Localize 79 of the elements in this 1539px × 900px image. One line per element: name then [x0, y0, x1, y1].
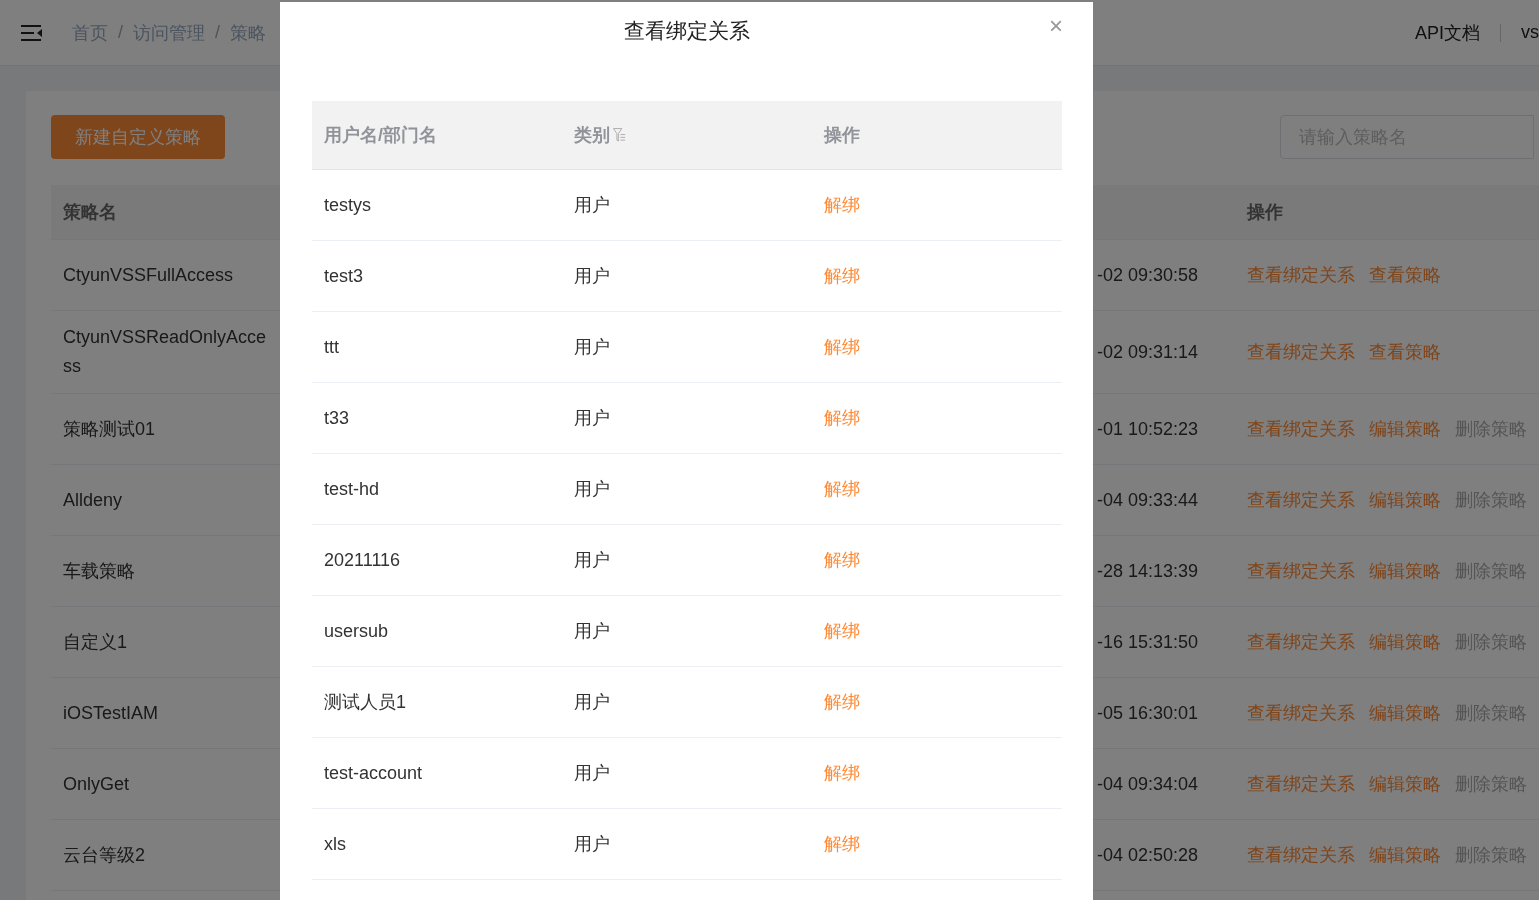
policy-name: CtyunVSSReadOnlyAccess: [62, 326, 268, 378]
table-cell-text: 用户: [573, 265, 611, 288]
column-header: 类别: [574, 124, 610, 147]
action-link[interactable]: 编辑策略: [1369, 843, 1441, 867]
policy-name: 自定义1: [62, 630, 128, 654]
table-cell-text: test3: [323, 265, 365, 287]
unbind-link[interactable]: 解绑: [824, 763, 860, 783]
action-link[interactable]: 查看绑定关系: [1247, 417, 1355, 441]
policy-name: CtyunVSSFullAccess: [62, 263, 235, 287]
unbind-link[interactable]: 解绑: [824, 550, 860, 570]
created-time: -02 09:31:14: [1096, 341, 1200, 363]
table-cell-text: 用户: [573, 833, 611, 856]
user-name[interactable]: vs: [1521, 22, 1539, 43]
unbind-link[interactable]: 解绑: [824, 337, 860, 357]
action-link[interactable]: 查看绑定关系: [1247, 559, 1355, 583]
dialog-title: 查看绑定关系: [624, 18, 750, 44]
action-link[interactable]: 查看绑定关系: [1247, 340, 1355, 364]
policy-name: iOSTestIAM: [62, 701, 160, 725]
created-time: -05 16:30:01: [1096, 702, 1200, 724]
table-cell-text: 用户: [573, 407, 611, 430]
table-cell-text: 用户: [573, 336, 611, 359]
created-time: -04 09:34:04: [1096, 773, 1200, 795]
action-link[interactable]: 编辑策略: [1369, 701, 1441, 725]
policy-name: Alldeny: [62, 488, 124, 512]
unbind-link[interactable]: 解绑: [824, 834, 860, 854]
action-link[interactable]: 查看绑定关系: [1247, 701, 1355, 725]
unbind-link[interactable]: 解绑: [824, 266, 860, 286]
close-button[interactable]: ×: [1045, 12, 1067, 40]
table-cell-text: 20211116: [323, 549, 402, 571]
action-link[interactable]: 查看绑定关系: [1247, 843, 1355, 867]
breadcrumb-separator: /: [215, 22, 221, 43]
table-cell-text: t33: [323, 407, 351, 429]
policy-name: 策略测试01: [62, 417, 157, 441]
column-header: 操作: [823, 124, 861, 147]
table-cell-text: test-account: [323, 762, 424, 784]
action-link[interactable]: 查看绑定关系: [1247, 263, 1355, 287]
api-docs-link[interactable]: API文档: [1415, 20, 1480, 45]
created-time: -04 02:50:28: [1096, 844, 1200, 866]
menu-icon[interactable]: [21, 23, 43, 42]
column-header: 策略名: [62, 200, 118, 224]
action-link[interactable]: 查看策略: [1369, 340, 1441, 364]
action-link[interactable]: 编辑策略: [1369, 772, 1441, 796]
action-link[interactable]: 查看策略: [1369, 263, 1441, 287]
table-cell-text: xls: [323, 833, 347, 855]
action-link[interactable]: 查看绑定关系: [1247, 630, 1355, 654]
policy-name: 云台等级2: [62, 843, 146, 867]
action-link[interactable]: 编辑策略: [1369, 488, 1441, 512]
table-cell-text: 用户: [573, 762, 611, 785]
column-header: 用户名/部门名: [323, 124, 438, 147]
table-cell-text: ttt: [323, 336, 340, 358]
column-header: 操作: [1246, 201, 1283, 224]
table-cell-text: test-hd: [323, 478, 381, 500]
action-link[interactable]: 编辑策略: [1369, 559, 1441, 583]
unbind-link[interactable]: 解绑: [824, 195, 860, 215]
table-cell-text: 用户: [573, 478, 611, 501]
created-time: -01 10:52:23: [1096, 418, 1200, 440]
table-cell-text: 用户: [573, 549, 611, 572]
created-time: -16 15:31:50: [1096, 631, 1200, 653]
action-link[interactable]: 查看绑定关系: [1247, 772, 1355, 796]
table-cell-text: 用户: [573, 691, 611, 714]
created-time: -02 09:30:58: [1096, 264, 1200, 286]
table-cell-text: 测试人员1: [323, 691, 407, 714]
action-link[interactable]: 编辑策略: [1369, 417, 1441, 441]
policy-name: 车载策略: [62, 559, 136, 583]
created-time: -28 14:13:39: [1096, 560, 1200, 582]
unbind-link[interactable]: 解绑: [824, 408, 860, 428]
unbind-link[interactable]: 解绑: [824, 692, 860, 712]
table-cell-text: testys: [323, 194, 372, 216]
table-cell-text: usersub: [323, 620, 390, 642]
policy-name: OnlyGet: [62, 772, 131, 796]
unbind-link[interactable]: 解绑: [824, 479, 860, 499]
unbind-link[interactable]: 解绑: [824, 621, 860, 641]
breadcrumb-separator: /: [118, 22, 123, 43]
created-time: -04 09:33:44: [1096, 489, 1200, 511]
action-link[interactable]: 编辑策略: [1369, 630, 1441, 654]
table-cell-text: 用户: [573, 620, 611, 643]
table-cell-text: 用户: [573, 194, 611, 217]
create-policy-button[interactable]: 新建自定义策略: [51, 115, 225, 159]
action-link[interactable]: 查看绑定关系: [1247, 488, 1355, 512]
